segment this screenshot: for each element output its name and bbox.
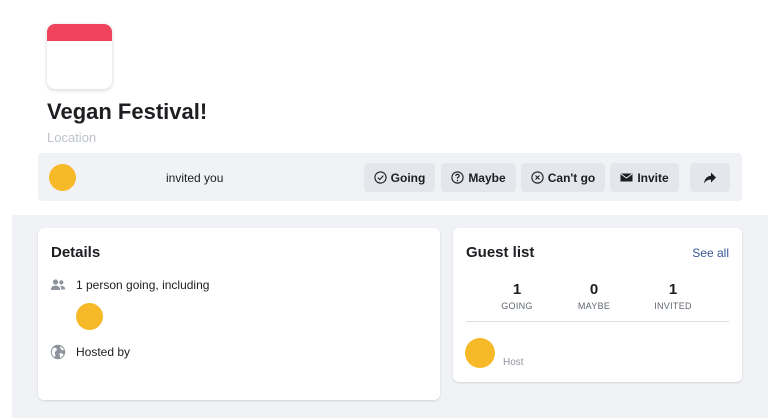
event-location[interactable]: Location <box>47 130 96 145</box>
host-label: Host <box>503 357 524 368</box>
invite-bar: invited you Going Maybe Can't go Invite <box>38 153 742 201</box>
guest-list-title: Guest list <box>466 244 535 261</box>
maybe-count: 0 <box>589 281 599 298</box>
event-content-area: Details 1 person going, including Hosted… <box>12 215 768 418</box>
globe-icon <box>50 344 66 360</box>
guest-list-divider <box>466 321 729 322</box>
envelope-icon <box>620 171 633 184</box>
x-circle-icon <box>531 171 544 184</box>
details-title: Details <box>51 244 101 261</box>
attendee-avatar[interactable] <box>76 303 103 330</box>
invite-label: Invite <box>637 170 669 185</box>
cant-go-button[interactable]: Can't go <box>521 163 605 192</box>
going-count-text: 1 person going, including <box>76 278 210 292</box>
maybe-stat[interactable]: 0 MAYBE <box>554 281 634 311</box>
question-circle-icon <box>451 171 464 184</box>
calendar-icon <box>47 24 112 89</box>
going-count: 1 <box>512 281 522 298</box>
share-button[interactable] <box>690 163 730 192</box>
cant-go-label: Can't go <box>547 170 596 185</box>
invite-button[interactable]: Invite <box>610 163 679 192</box>
going-button[interactable]: Going <box>364 163 435 192</box>
see-all-link[interactable]: See all <box>692 246 729 260</box>
guest-list-card: Guest list See all 1 GOING 0 MAYBE 1 INV… <box>453 228 742 382</box>
invited-count: 1 <box>668 281 678 298</box>
inviter-avatar[interactable] <box>49 164 76 191</box>
invited-stat-label: INVITED <box>654 301 692 311</box>
share-arrow-icon <box>703 171 717 185</box>
going-stat-label: GOING <box>501 301 533 311</box>
hosted-by-text: Hosted by <box>76 345 131 359</box>
invited-stat[interactable]: 1 INVITED <box>633 281 713 311</box>
check-circle-icon <box>374 171 387 184</box>
invited-text: invited you <box>166 171 224 185</box>
going-label: Going <box>390 170 426 185</box>
event-title: Vegan Festival! <box>47 99 208 124</box>
host-avatar[interactable] <box>465 338 495 368</box>
going-stat[interactable]: 1 GOING <box>477 281 557 311</box>
maybe-button[interactable]: Maybe <box>441 163 516 192</box>
event-page: Vegan Festival! Location invited you Goi… <box>0 0 768 418</box>
maybe-stat-label: MAYBE <box>577 301 611 311</box>
maybe-label: Maybe <box>468 170 506 185</box>
details-card: Details 1 person going, including Hosted… <box>38 228 440 400</box>
people-icon <box>50 277 66 293</box>
